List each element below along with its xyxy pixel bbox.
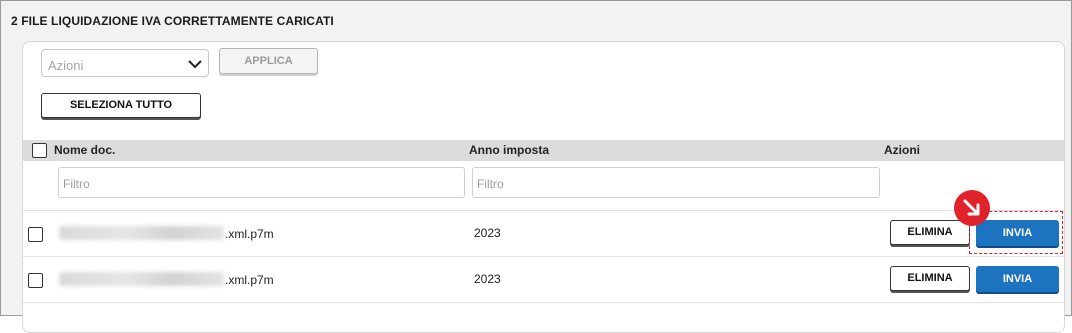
delete-button[interactable]: ELIMINA — [890, 220, 970, 245]
file-extension: .xml.p7m — [225, 273, 274, 287]
arrow-down-right-icon — [963, 199, 980, 216]
redacted-filename — [59, 272, 224, 286]
year-filter-placeholder: Filtro — [477, 177, 504, 191]
apply-button[interactable]: APPLICA — [219, 48, 318, 74]
file-name: .xml.p7m — [59, 226, 274, 241]
section-title: 2 FILE LIQUIDAZIONE IVA CORRETTAMENTE CA… — [11, 14, 334, 28]
select-all-checkbox[interactable] — [32, 143, 47, 158]
files-panel: Azioni APPLICA SELEZIONA TUTTO Nome doc.… — [22, 41, 1065, 333]
chevron-down-icon — [188, 60, 202, 69]
column-header-year[interactable]: Anno imposta — [469, 143, 549, 157]
row-checkbox[interactable] — [28, 273, 43, 288]
select-all-button[interactable]: SELEZIONA TUTTO — [41, 93, 201, 118]
actions-select-value: Azioni — [48, 58, 84, 73]
name-filter-input[interactable]: Filtro — [58, 167, 465, 198]
tax-year: 2023 — [474, 226, 501, 240]
table-header: Nome doc. Anno imposta Azioni — [23, 140, 1064, 161]
column-header-name[interactable]: Nome doc. — [54, 143, 115, 157]
table-row: .xml.p7m 2023 ELIMINA INVIA — [23, 256, 1064, 302]
send-button[interactable]: INVIA — [976, 266, 1059, 292]
upload-results-container: 2 FILE LIQUIDAZIONE IVA CORRETTAMENTE CA… — [0, 0, 1072, 333]
delete-button[interactable]: ELIMINA — [890, 266, 970, 291]
redacted-filename — [59, 226, 224, 240]
name-filter-placeholder: Filtro — [63, 177, 90, 191]
table-bottom-divider — [23, 302, 1064, 333]
row-checkbox[interactable] — [28, 227, 43, 242]
callout-marker — [954, 190, 990, 226]
file-name: .xml.p7m — [59, 272, 274, 287]
actions-select[interactable]: Azioni — [41, 49, 209, 77]
tax-year: 2023 — [474, 272, 501, 286]
file-extension: .xml.p7m — [225, 227, 274, 241]
year-filter-input[interactable]: Filtro — [472, 167, 880, 198]
table-row: .xml.p7m 2023 ELIMINA INVIA — [23, 210, 1064, 256]
column-header-actions: Azioni — [884, 143, 920, 157]
